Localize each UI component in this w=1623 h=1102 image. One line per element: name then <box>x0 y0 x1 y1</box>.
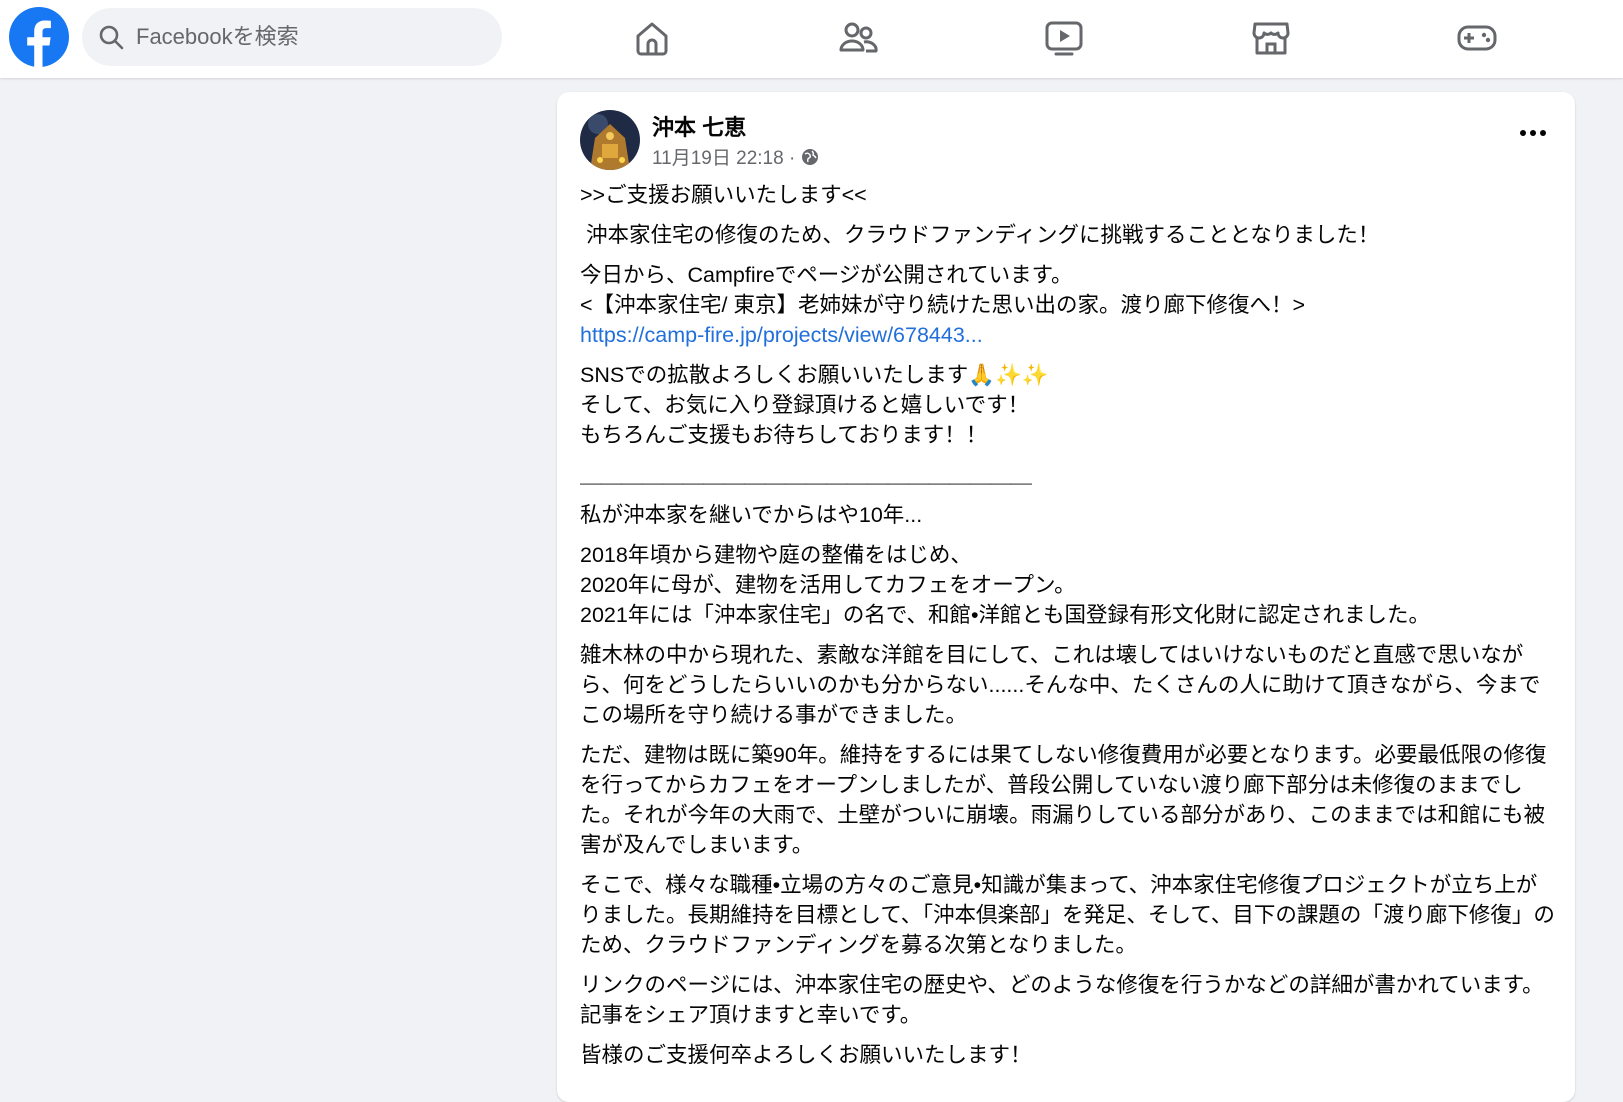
post-paragraph: 沖本家住宅の修復のため、クラウドファンディングに挑戦することとなりました！ <box>580 223 1380 247</box>
home-icon[interactable] <box>628 14 676 62</box>
post-paragraph: 私が沖本家を継いでからはや10年... <box>580 503 923 527</box>
facebook-logo-icon[interactable] <box>9 7 69 67</box>
post-card: 沖本 七恵 11月19日 22:18 · >>ご支援お願いいたします<< 沖本家… <box>557 92 1575 1102</box>
post-paragraph: 皆様のご支援何卒よろしくお願いいたします！ <box>580 1043 1032 1067</box>
post-timestamp[interactable]: 11月19日 22:18 · <box>652 143 795 170</box>
watch-icon[interactable] <box>1040 14 1088 62</box>
campfire-project-link[interactable]: https://camp-fire.jp/projects/view/67844… <box>580 323 983 347</box>
post-author-name[interactable]: 沖本 七恵 <box>652 110 746 142</box>
marketplace-icon[interactable] <box>1247 14 1295 62</box>
post-paragraph: ただ、建物は既に築90年。維持をするには果てしない修復費用が必要となります。必要… <box>580 743 1547 857</box>
more-dot-icon <box>1530 130 1536 136</box>
search-input[interactable] <box>134 23 478 51</box>
post-paragraph: 今日から、Campfireでページが公開されています。 <【沖本家住宅/ 東京】… <box>580 263 1306 317</box>
more-options-button[interactable] <box>1513 118 1553 148</box>
post-paragraph: >>ご支援お願いいたします<< <box>580 183 867 207</box>
avatar[interactable] <box>580 110 640 170</box>
post-paragraph: 2018年頃から建物や庭の整備をはじめ、 2020年に母が、建物を活用してカフェ… <box>580 543 1431 627</box>
post-paragraph: リンクのページには、沖本家住宅の歴史や、どのような修復を行うかなどの詳細が書かれ… <box>580 973 1544 1027</box>
search-bar[interactable] <box>82 8 502 66</box>
text-divider: ＿＿＿＿＿＿＿＿＿＿＿＿＿＿＿＿＿＿＿＿＿＿ <box>580 463 1032 487</box>
post-paragraph: そこで、様々な職種•立場の方々のご意見•知識が集まって、沖本家住宅修復プロジェク… <box>580 873 1555 957</box>
post-meta: 11月19日 22:18 · <box>652 143 819 170</box>
gaming-icon[interactable] <box>1453 14 1501 62</box>
more-dot-icon <box>1540 130 1546 136</box>
search-icon <box>99 25 124 50</box>
top-navigation-bar <box>0 0 1623 78</box>
post-paragraph: 雑木林の中から現れた、素敵な洋館を目にして、これは壊してはいけないものだと直感で… <box>580 643 1541 727</box>
post-body: >>ご支援お願いいたします<< 沖本家住宅の修復のため、クラウドファンディングに… <box>580 180 1555 1080</box>
globe-icon <box>802 148 819 165</box>
more-dot-icon <box>1520 130 1526 136</box>
post-paragraph: SNSでの拡散よろしくお願いいたします🙏✨✨ そして、お気に入り登録頂けると嬉し… <box>580 363 1049 447</box>
friends-icon[interactable] <box>834 14 882 62</box>
